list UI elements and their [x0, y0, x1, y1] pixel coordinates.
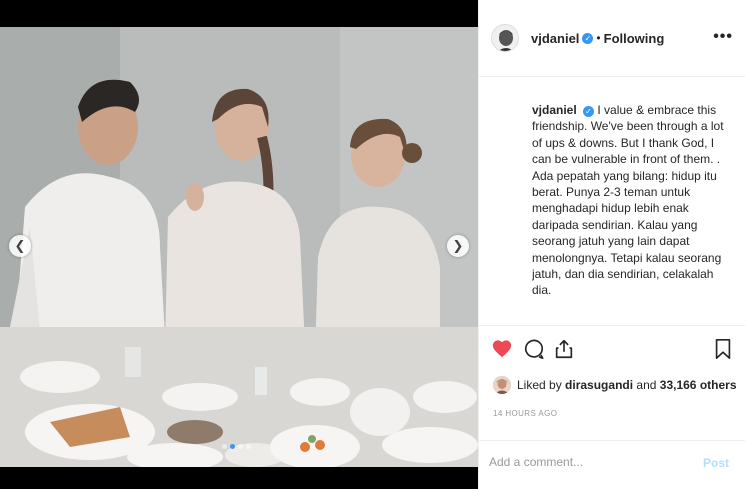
chevron-right-icon: ❯ — [452, 238, 464, 253]
chevron-left-icon: ❮ — [14, 238, 26, 253]
likes-connector: and — [636, 378, 657, 392]
post-header: vjdaniel ✓ • Following ••• — [479, 0, 745, 77]
comment-button[interactable] — [523, 338, 545, 365]
liker-avatar[interactable] — [493, 376, 511, 394]
like-button[interactable] — [491, 338, 513, 365]
carousel-indicator — [222, 444, 251, 449]
header-separator: • — [596, 31, 601, 45]
caption-text: I value & embrace this friendship. We've… — [532, 103, 724, 298]
following-button[interactable]: Following — [604, 31, 665, 46]
next-slide-button[interactable]: ❯ — [447, 235, 469, 257]
share-icon — [555, 339, 573, 359]
carousel-dot — [222, 444, 227, 449]
heart-icon — [492, 340, 512, 358]
post-comment-button[interactable]: Post — [703, 456, 729, 470]
share-button[interactable] — [553, 338, 575, 365]
caption-username[interactable]: vjdaniel — [532, 103, 577, 117]
avatar-image — [492, 25, 518, 51]
more-icon[interactable]: ••• — [713, 28, 733, 46]
carousel-dot — [246, 444, 251, 449]
comment-form: Post — [479, 440, 745, 489]
verified-badge-icon: ✓ — [582, 32, 594, 44]
liker-username[interactable]: dirasugandi — [565, 378, 633, 392]
comment-icon — [524, 339, 544, 359]
avatar[interactable] — [491, 24, 519, 52]
post-details-panel: vjdaniel ✓ • Following ••• vjdaniel ✓ I … — [478, 0, 745, 489]
carousel-dot — [238, 444, 243, 449]
comment-input[interactable] — [489, 455, 689, 469]
post-timestamp[interactable]: 14 HOURS AGO — [493, 409, 557, 418]
likes-summary: Liked by dirasugandi and 33,166 others — [493, 376, 737, 394]
post-actions: Liked by dirasugandi and 33,166 others 1… — [479, 325, 745, 437]
post-photo[interactable] — [0, 27, 478, 467]
carousel-dot-active — [230, 444, 235, 449]
likes-prefix: Liked by — [517, 378, 562, 392]
photo-illustration — [0, 27, 478, 467]
save-button[interactable] — [713, 338, 733, 365]
post-photo-area: ❮ ❯ — [0, 0, 478, 489]
bookmark-icon — [715, 339, 731, 359]
post-caption: vjdaniel ✓ I value & embrace this friend… — [532, 102, 732, 322]
verified-badge-icon: ✓ — [583, 106, 595, 117]
likes-others-link[interactable]: 33,166 others — [660, 378, 737, 392]
header-username[interactable]: vjdaniel — [531, 31, 579, 46]
previous-slide-button[interactable]: ❮ — [9, 235, 31, 257]
liker-avatar-image — [493, 376, 511, 394]
